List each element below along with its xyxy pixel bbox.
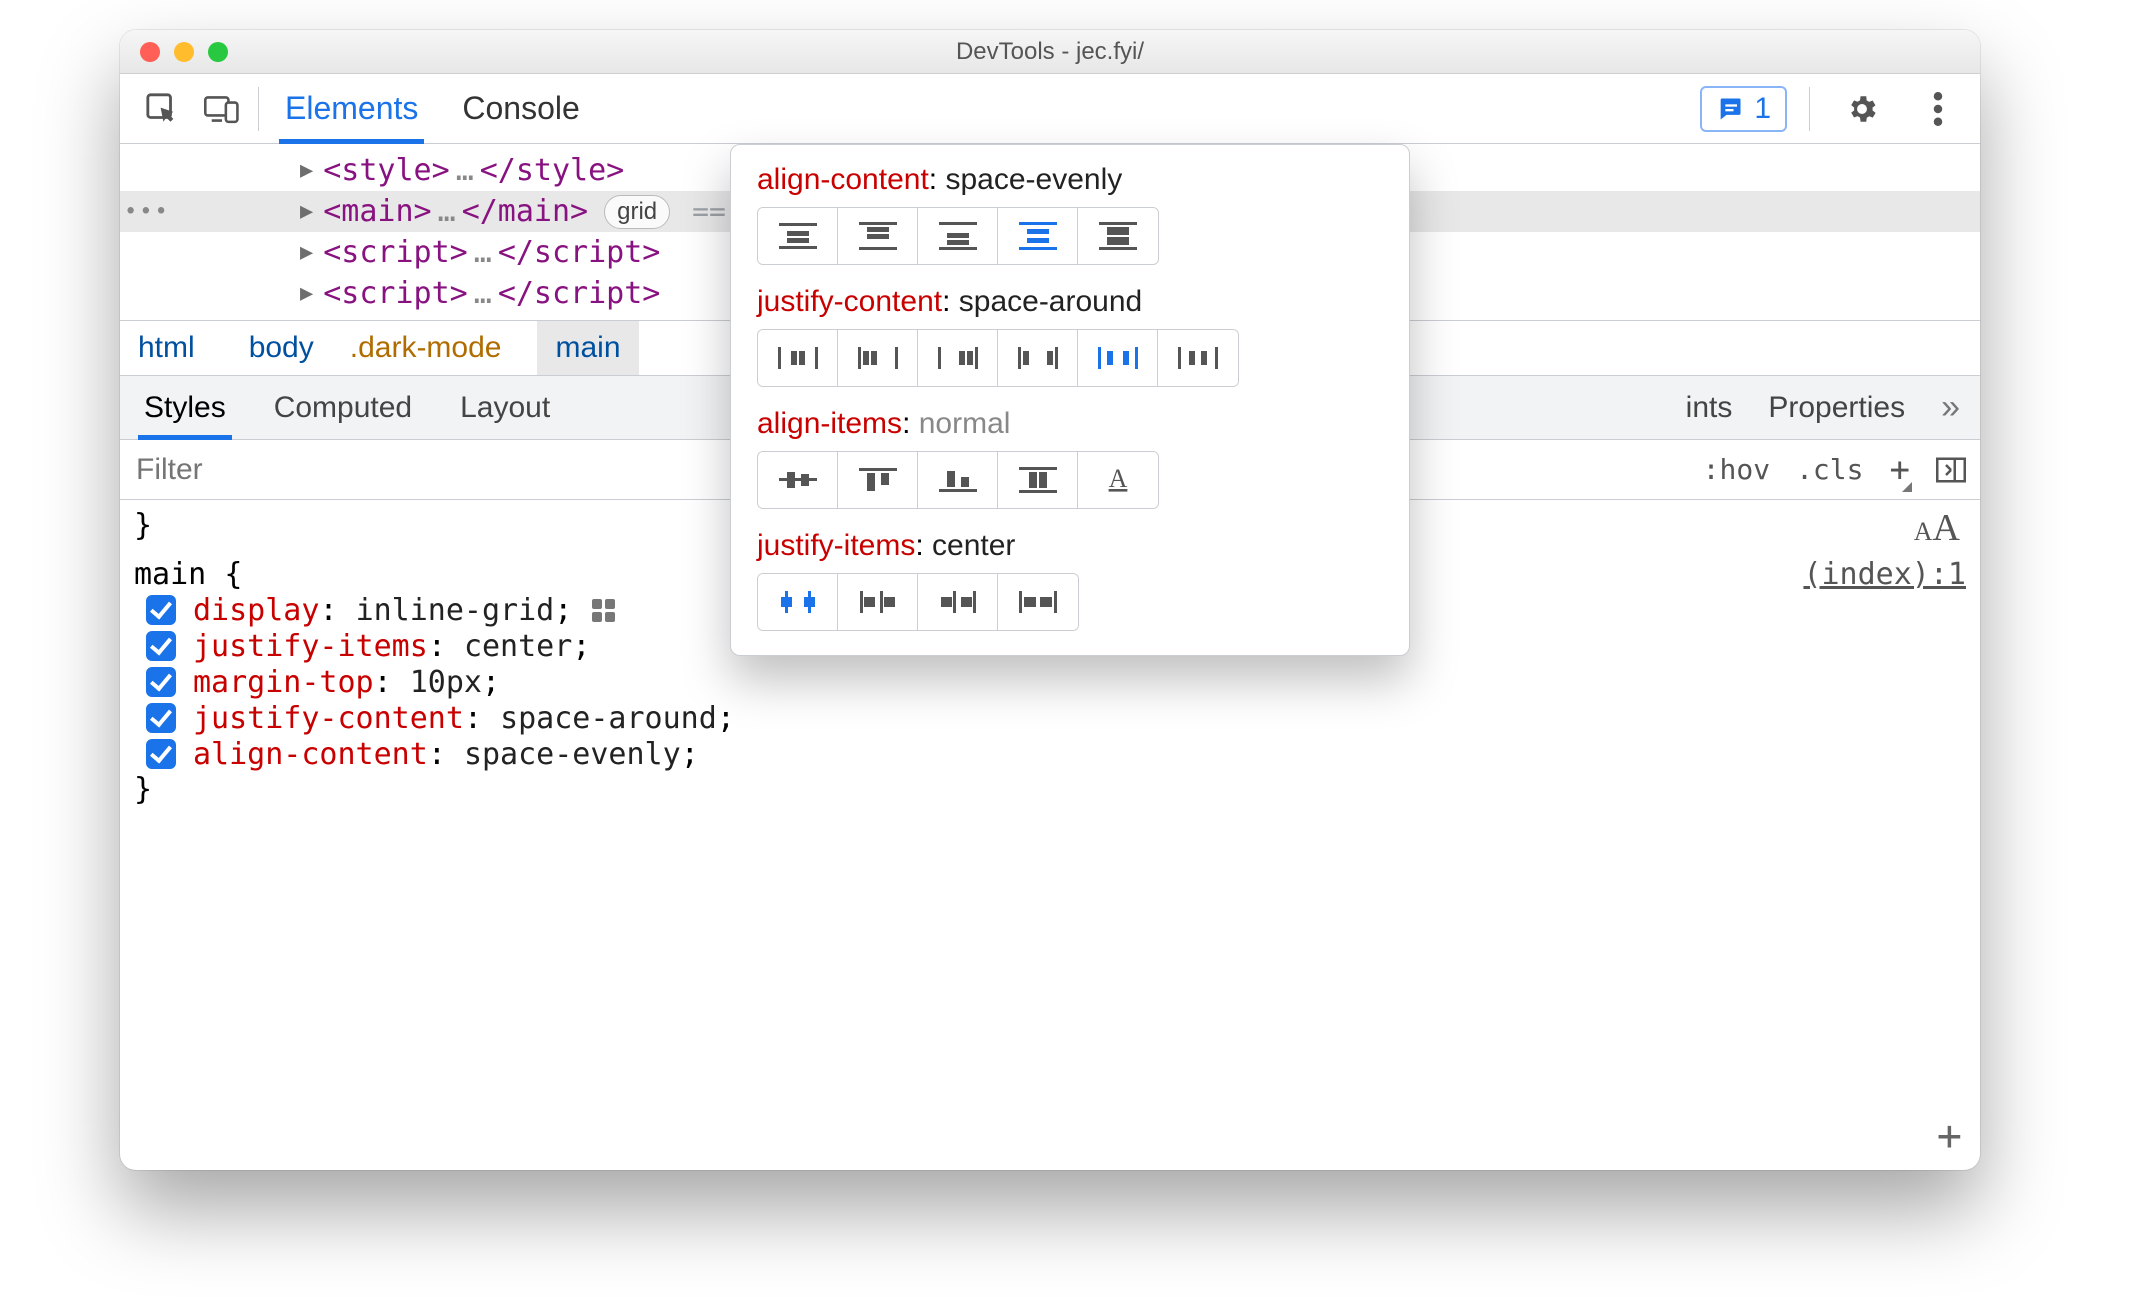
subtab-layout[interactable]: Layout	[460, 376, 550, 439]
align-content-space-evenly-icon[interactable]	[998, 208, 1078, 264]
justify-items-center-icon[interactable]	[758, 574, 838, 630]
new-style-rule-button[interactable]: +	[1890, 450, 1910, 490]
align-items-baseline-icon[interactable]: A	[1078, 452, 1158, 508]
align-content-start-icon[interactable]	[838, 208, 918, 264]
group-justify-content: justify-content: space-around	[757, 285, 1383, 387]
align-content-center-icon[interactable]	[758, 208, 838, 264]
inspect-icon[interactable]	[132, 79, 192, 139]
decl-toggle-checkbox[interactable]	[146, 703, 176, 733]
settings-gear-icon[interactable]	[1832, 79, 1892, 139]
toggle-sidebar-icon[interactable]	[1936, 457, 1966, 483]
panel-tabs: Elements Console	[283, 74, 582, 143]
justify-items-start-icon[interactable]	[838, 574, 918, 630]
css-declaration[interactable]: justify-content: space-around;	[134, 700, 1966, 736]
align-items-center-icon[interactable]	[758, 452, 838, 508]
decl-toggle-checkbox[interactable]	[146, 631, 176, 661]
justify-content-space-evenly-icon[interactable]	[1158, 330, 1238, 386]
justify-content-center-icon[interactable]	[758, 330, 838, 386]
issues-chip[interactable]: 1	[1700, 86, 1787, 132]
hov-toggle[interactable]: :hov	[1703, 453, 1770, 486]
decl-toggle-checkbox[interactable]	[146, 739, 176, 769]
expand-triangle-icon[interactable]: ▶	[300, 199, 313, 224]
issues-count: 1	[1754, 92, 1771, 126]
css-declaration[interactable]: margin-top: 10px;	[134, 664, 1966, 700]
align-items-stretch-icon[interactable]	[998, 452, 1078, 508]
justify-content-end-icon[interactable]	[918, 330, 998, 386]
align-items-end-icon[interactable]	[918, 452, 998, 508]
justify-items-stretch-icon[interactable]	[998, 574, 1078, 630]
css-declaration[interactable]: align-content: space-evenly;	[134, 736, 1966, 772]
font-size-icon[interactable]: AA	[1914, 506, 1960, 550]
cls-toggle[interactable]: .cls	[1796, 453, 1863, 486]
grid-editor-icon[interactable]	[592, 599, 615, 622]
add-declaration-button[interactable]: +	[1937, 1111, 1962, 1160]
expand-triangle-icon[interactable]: ▶	[300, 281, 313, 306]
justify-items-end-icon[interactable]	[918, 574, 998, 630]
subtab-breakpoints-fragment[interactable]: ints	[1686, 391, 1733, 425]
breadcrumb-main[interactable]: main	[537, 321, 638, 375]
expand-triangle-icon[interactable]: ▶	[300, 158, 313, 183]
align-items-start-icon[interactable]	[838, 452, 918, 508]
tab-elements[interactable]: Elements	[283, 74, 420, 143]
toolbar-divider	[258, 87, 259, 131]
align-content-stretch-icon[interactable]	[1078, 208, 1158, 264]
expand-triangle-icon[interactable]: ▶	[300, 240, 313, 265]
svg-text:A: A	[1109, 464, 1128, 493]
group-align-content: align-content: space-evenly	[757, 163, 1383, 265]
window-title: DevTools - jec.fyi/	[120, 38, 1980, 66]
rule-source-link[interactable]: (index):1	[1803, 557, 1966, 592]
subtab-styles[interactable]: Styles	[144, 376, 226, 439]
breadcrumb-body[interactable]: body.dark-mode	[213, 321, 538, 375]
toolbar-divider	[1809, 87, 1810, 131]
subtab-properties[interactable]: Properties	[1768, 391, 1905, 425]
more-tabs-icon[interactable]: »	[1941, 388, 1956, 427]
justify-content-start-icon[interactable]	[838, 330, 918, 386]
decl-toggle-checkbox[interactable]	[146, 595, 176, 625]
breadcrumb-html[interactable]: html	[120, 321, 213, 375]
subtab-computed[interactable]: Computed	[274, 376, 412, 439]
justify-content-space-around-icon[interactable]	[1078, 330, 1158, 386]
group-justify-items: justify-items: center	[757, 529, 1383, 631]
alignment-editor-popover: align-content: space-evenly justify-cont…	[730, 144, 1410, 656]
kebab-menu-icon[interactable]	[1908, 79, 1968, 139]
devtools-window: DevTools - jec.fyi/ Elements Console	[120, 30, 1980, 1170]
device-toggle-icon[interactable]	[192, 79, 252, 139]
group-align-items: align-items: normal A	[757, 407, 1383, 509]
justify-content-space-between-icon[interactable]	[998, 330, 1078, 386]
tab-console[interactable]: Console	[460, 74, 581, 143]
decl-toggle-checkbox[interactable]	[146, 667, 176, 697]
main-toolbar: Elements Console 1	[120, 74, 1980, 144]
rule-selector[interactable]: main	[134, 557, 206, 592]
grid-badge[interactable]: grid	[604, 195, 670, 229]
window-titlebar: DevTools - jec.fyi/	[120, 30, 1980, 74]
align-content-end-icon[interactable]	[918, 208, 998, 264]
